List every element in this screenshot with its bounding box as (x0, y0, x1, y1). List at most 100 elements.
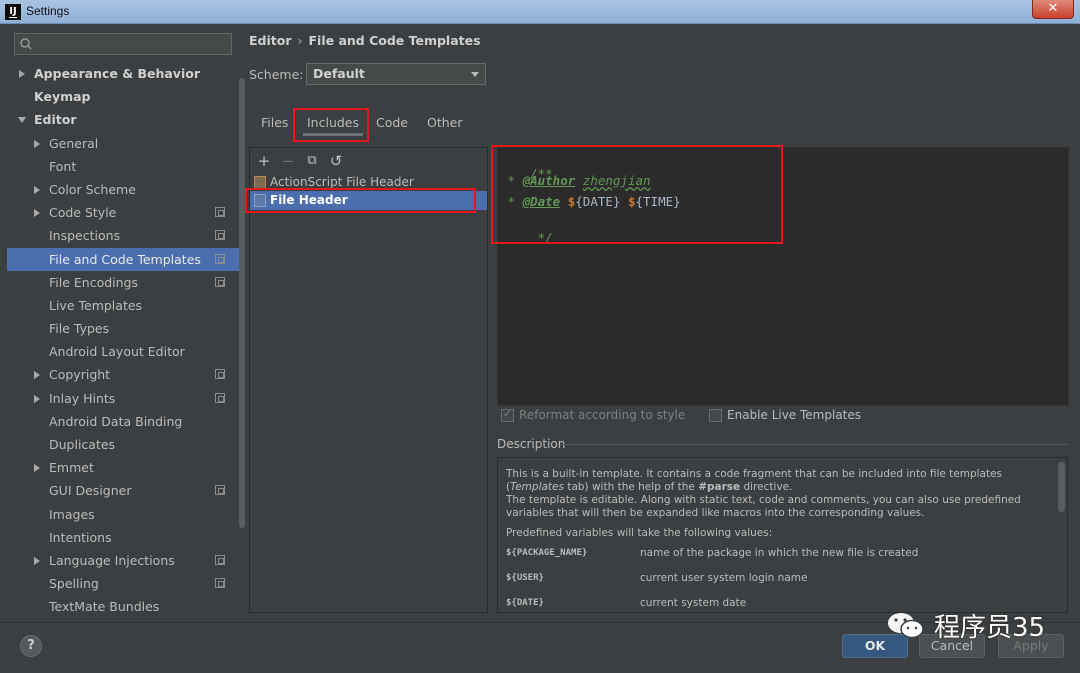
search-icon (20, 38, 32, 50)
sidebar-item-font[interactable]: Font (7, 155, 239, 178)
sidebar-item-emmet[interactable]: Emmet (7, 456, 239, 479)
collapse-arrow-icon[interactable] (19, 70, 25, 78)
sidebar-item-label: Editor (34, 112, 77, 128)
sidebar-item-code-style[interactable]: Code Style (7, 201, 239, 224)
sidebar-item-duplicates[interactable]: Duplicates (7, 433, 239, 456)
sidebar-item-keymap[interactable]: Keymap (7, 85, 239, 108)
collapse-arrow-icon[interactable] (34, 556, 40, 565)
window-title: Settings (26, 4, 70, 18)
collapse-arrow-icon[interactable] (34, 464, 40, 473)
sidebar-item-label: File Encodings (49, 274, 139, 290)
expand-arrow-icon[interactable] (18, 117, 26, 124)
collapse-arrow-icon[interactable] (34, 209, 40, 218)
sidebar-item-label: Code Style (49, 205, 117, 221)
wechat-icon (888, 613, 924, 639)
sidebar-item-label: General (49, 135, 99, 151)
sidebar-item-file-encodings[interactable]: File Encodings (7, 271, 239, 294)
sidebar-item-android-layout-editor[interactable]: Android Layout Editor (7, 340, 239, 363)
sidebar-item-spelling[interactable]: Spelling (7, 572, 239, 595)
sidebar-item-label: Live Templates (49, 297, 143, 313)
breadcrumb: Editor › File and Code Templates (249, 33, 481, 48)
intellij-app-icon: IJ (5, 4, 21, 20)
collapse-arrow-icon[interactable] (34, 139, 40, 148)
settings-search-input[interactable] (14, 33, 232, 55)
sidebar-item-intentions[interactable]: Intentions (7, 526, 239, 549)
breadcrumb-parent[interactable]: Editor (249, 33, 292, 48)
sidebar-item-appearance-behavior[interactable]: Appearance & Behavior (7, 62, 239, 85)
settings-sidebar: Appearance & Behavior Keymap Editor General… (7, 24, 245, 622)
project-scope-icon (215, 207, 225, 218)
description-text: This is a built-in template. It contains… (506, 468, 1051, 612)
sidebar-item-textmate-bundles[interactable]: TextMate Bundles (7, 595, 239, 618)
sidebar-item-language-injections[interactable]: Language Injections (7, 549, 239, 572)
template-item-label: ActionScript File Header (270, 175, 414, 189)
tab-files[interactable]: Files (261, 108, 288, 138)
sidebar-item-label: File Types (49, 321, 110, 337)
remove-icon[interactable]: − (280, 153, 296, 169)
chevron-down-icon (471, 72, 479, 77)
project-scope-icon (215, 578, 225, 589)
checkbox-box (709, 409, 722, 422)
sidebar-item-general[interactable]: General (7, 132, 239, 155)
sidebar-item-file-and-code-templates[interactable]: File and Code Templates (7, 247, 239, 271)
checkbox-box (501, 407, 514, 422)
project-scope-icon (215, 554, 225, 565)
breadcrumb-separator: › (297, 33, 303, 48)
reformat-label: Reformat according to style (519, 408, 686, 422)
project-scope-icon (215, 253, 225, 264)
project-scope-icon (215, 369, 225, 380)
settings-tree: Appearance & Behavior Keymap Editor General… (7, 62, 239, 619)
sidebar-item-label: Android Data Binding (49, 413, 183, 429)
sidebar-item-label: GUI Designer (49, 483, 132, 499)
variable-row: ${USER} current user system login name (506, 572, 808, 584)
sidebar-item-label: Images (49, 506, 95, 522)
description-divider (560, 444, 1068, 445)
description-title: Description (497, 437, 566, 451)
sidebar-item-label: Appearance & Behavior (34, 66, 200, 81)
scheme-dropdown[interactable]: Default (306, 63, 486, 85)
sidebar-item-inspections[interactable]: Inspections (7, 224, 239, 247)
watermark-text: 程序员35 (934, 613, 1046, 643)
copy-icon[interactable]: ⧉ (304, 153, 320, 169)
collapse-arrow-icon[interactable] (34, 185, 40, 194)
project-scope-icon (215, 276, 225, 287)
sidebar-item-label: Android Layout Editor (49, 344, 185, 360)
live-templates-label: Enable Live Templates (727, 408, 862, 422)
sidebar-item-copyright[interactable]: Copyright (7, 363, 239, 386)
sidebar-item-editor[interactable]: Editor (7, 108, 239, 131)
description-scrollbar[interactable] (1058, 462, 1065, 512)
sidebar-item-label: Inlay Hints (49, 390, 116, 406)
tab-other[interactable]: Other (427, 108, 463, 138)
reset-icon[interactable]: ↺ (328, 153, 344, 169)
sidebar-item-label: Color Scheme (49, 181, 136, 197)
sidebar-item-label: Intentions (49, 529, 112, 545)
sidebar-item-android-data-binding[interactable]: Android Data Binding (7, 410, 239, 433)
sidebar-item-label: Font (49, 158, 77, 174)
breadcrumb-current: File and Code Templates (308, 33, 481, 48)
sidebar-scrollbar[interactable] (239, 78, 245, 528)
sidebar-item-inlay-hints[interactable]: Inlay Hints (7, 387, 239, 410)
sidebar-item-file-types[interactable]: File Types (7, 317, 239, 340)
sidebar-item-images[interactable]: Images (7, 503, 239, 526)
sidebar-item-label: Inspections (49, 228, 121, 244)
sidebar-item-label: Language Injections (49, 552, 175, 568)
collapse-arrow-icon[interactable] (34, 394, 40, 403)
sidebar-item-label: Copyright (49, 367, 111, 383)
collapse-arrow-icon[interactable] (34, 371, 40, 380)
tab-code[interactable]: Code (376, 108, 408, 138)
template-list-panel: + − ⧉ ↺ ActionScript File Header File He… (249, 147, 488, 613)
sidebar-item-label: File and Code Templates (49, 251, 201, 267)
sidebar-item-label: TextMate Bundles (49, 599, 160, 615)
sidebar-item-label: Emmet (49, 460, 94, 476)
help-button[interactable]: ? (20, 635, 42, 657)
sidebar-item-color-scheme[interactable]: Color Scheme (7, 178, 239, 201)
includes-tab-highlight-box (293, 108, 369, 142)
variable-row: ${PACKAGE_NAME} name of the package in wh… (506, 547, 919, 559)
file-header-highlight-box (245, 188, 476, 213)
sidebar-item-live-templates[interactable]: Live Templates (7, 294, 239, 317)
close-button[interactable]: ✕ (1032, 0, 1074, 19)
sidebar-item-label: Keymap (34, 89, 91, 105)
sidebar-item-gui-designer[interactable]: GUI Designer (7, 479, 239, 502)
project-scope-icon (215, 392, 225, 403)
add-icon[interactable]: + (256, 153, 272, 169)
